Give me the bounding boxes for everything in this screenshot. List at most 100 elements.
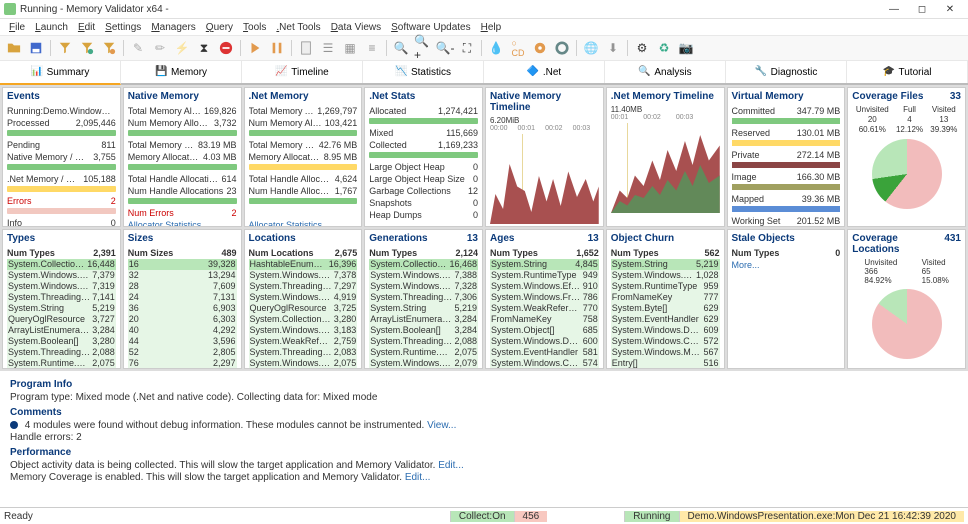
- tab-statistics[interactable]: 📉Statistics: [363, 61, 484, 83]
- table-row[interactable]: System.Windows.Threading.3,183: [249, 325, 358, 336]
- table-row[interactable]: System.Windows.Depenc609: [611, 325, 720, 336]
- table-row[interactable]: System.String4,845: [490, 259, 599, 270]
- table-row[interactable]: FromNameKey758: [490, 314, 599, 325]
- menu-softwareupdates[interactable]: Software Updates: [386, 22, 476, 33]
- table-row[interactable]: System.String5,219: [7, 303, 116, 314]
- table-row[interactable]: System.Windows.Media.Ren7,388: [369, 270, 478, 281]
- table-row[interactable]: QueryOglResource3,727: [7, 314, 116, 325]
- table-row[interactable]: System.Windows.ChildVi572: [611, 336, 720, 347]
- table-row[interactable]: 3213,294: [128, 270, 237, 281]
- table-row[interactable]: Num Memory Allocations103,421: [249, 117, 358, 129]
- camera-icon[interactable]: 📷: [676, 38, 696, 58]
- wand-icon[interactable]: ✎: [128, 38, 148, 58]
- close-button[interactable]: ✕: [936, 2, 964, 16]
- table-row[interactable]: Memory Allocations Size8.95 MB: [249, 151, 358, 163]
- funnel-add-icon[interactable]: [77, 38, 97, 58]
- menu-tools[interactable]: Tools: [238, 22, 271, 33]
- table-row[interactable]: System.Windows.Threading.2,079: [369, 358, 478, 369]
- table-row[interactable]: 247,131: [128, 292, 237, 303]
- save-icon[interactable]: [26, 38, 46, 58]
- menu-help[interactable]: Help: [476, 22, 507, 33]
- more-link[interactable]: More...: [732, 260, 841, 270]
- funnel-gear-icon[interactable]: [99, 38, 119, 58]
- table-row[interactable]: System.Threading.Execution2,088: [369, 336, 478, 347]
- tab-tutorial[interactable]: 🎓Tutorial: [847, 61, 968, 83]
- pause-icon[interactable]: [267, 38, 287, 58]
- table-row[interactable]: System.EventHandler629: [611, 314, 720, 325]
- menu-nettools[interactable]: .Net Tools: [271, 22, 325, 33]
- table-row[interactable]: System.Object[]685: [490, 325, 599, 336]
- table-row[interactable]: System.Collections.Diction:16,468: [369, 259, 478, 270]
- table-row[interactable]: System.Threading.WaitDelay7,141: [7, 292, 116, 303]
- table-row[interactable]: System.Windows.Media.Ren7,379: [7, 270, 116, 281]
- open-icon[interactable]: [4, 38, 24, 58]
- table-row[interactable]: System.RuntimeType949: [490, 270, 599, 281]
- table-row[interactable]: Total Memory Allocations169,826: [128, 105, 237, 117]
- edit-link[interactable]: Edit...: [405, 472, 431, 483]
- disk-icon[interactable]: [530, 38, 550, 58]
- table-row[interactable]: System.Threading.Execution2,088: [7, 347, 116, 358]
- table-row[interactable]: Total Handle Allocations4,624: [249, 173, 358, 185]
- table-row[interactable]: 287,609: [128, 281, 237, 292]
- table-row[interactable]: System.Windows.Threading.2,075: [249, 358, 358, 369]
- tab-net[interactable]: 🔷.Net: [484, 61, 605, 83]
- table-row[interactable]: System.Threading.Execution2,083: [249, 347, 358, 358]
- table-row[interactable]: System.Windows.Media.Vis:7,378: [249, 270, 358, 281]
- table-row[interactable]: System.Collections.Diction:16,448: [7, 259, 116, 270]
- allocator-stats-link[interactable]: Allocator Statistics...: [128, 219, 237, 227]
- table-row[interactable]: System.Windows.Depenc600: [490, 336, 599, 347]
- table-row[interactable]: System.Byte[]629: [611, 303, 720, 314]
- zoom-fit-icon[interactable]: ⛶: [457, 38, 477, 58]
- table-row[interactable]: Total Memory Allocation1,269,797: [249, 105, 358, 117]
- maximize-button[interactable]: ◻: [908, 2, 936, 16]
- cd-icon[interactable]: ○CD: [508, 38, 528, 58]
- table-row[interactable]: System.Windows.EffectiveVa1,028: [611, 270, 720, 281]
- edit-link[interactable]: Edit...: [438, 460, 464, 471]
- ring-icon[interactable]: [552, 38, 572, 58]
- table-row[interactable]: ArrayListEnumeratorSimple3,284: [7, 325, 116, 336]
- table-row[interactable]: System.Windows.Effectiv910: [490, 281, 599, 292]
- table-row[interactable]: Num Memory Allocations3,732: [128, 117, 237, 129]
- zoom-in-icon[interactable]: 🔍+: [413, 38, 433, 58]
- table-row[interactable]: FromNameKey777: [611, 292, 720, 303]
- table-row[interactable]: System.Runtime.Remoting &2,075: [7, 358, 116, 369]
- gear-icon[interactable]: ⚙: [632, 38, 652, 58]
- native-timeline-chart[interactable]: [490, 134, 599, 224]
- table-row[interactable]: System.Windows.Media.Anir4,919: [249, 292, 358, 303]
- tab-timeline[interactable]: 📈Timeline: [242, 61, 363, 83]
- table-row[interactable]: 366,903: [128, 303, 237, 314]
- table-row[interactable]: System.WeakReference..cto2,759: [249, 336, 358, 347]
- table-row[interactable]: System.String5,219: [369, 303, 478, 314]
- table-row[interactable]: System.Boolean[]3,284: [369, 325, 478, 336]
- down-icon[interactable]: ⬇: [603, 38, 623, 58]
- drop-icon[interactable]: 💧: [486, 38, 506, 58]
- tab-memory[interactable]: 💾Memory: [121, 61, 242, 83]
- allocator-stats-link[interactable]: Allocator Statistics...: [249, 219, 358, 227]
- brush-icon[interactable]: ✏: [150, 38, 170, 58]
- menu-launch[interactable]: Launch: [30, 22, 73, 33]
- table-row[interactable]: System.Boolean[]3,280: [7, 336, 116, 347]
- table-row[interactable]: System.Threading.Synchron:7,297: [249, 281, 358, 292]
- table-row[interactable]: 404,292: [128, 325, 237, 336]
- minimize-button[interactable]: —: [880, 2, 908, 16]
- menu-managers[interactable]: Managers: [146, 22, 200, 33]
- view-link[interactable]: View...: [427, 420, 456, 431]
- table-row[interactable]: 443,596: [128, 336, 237, 347]
- table-row[interactable]: Total Memory Size42.76 MB: [249, 139, 358, 151]
- search-icon[interactable]: 🔍: [391, 38, 411, 58]
- table-row[interactable]: Entry[]516: [611, 358, 720, 369]
- play-icon[interactable]: [245, 38, 265, 58]
- stop-icon[interactable]: [216, 38, 236, 58]
- tab-diagnostic[interactable]: 🔧Diagnostic: [726, 61, 847, 83]
- table-row[interactable]: ArrayListEnumeratorSimple3,284: [369, 314, 478, 325]
- table-row[interactable]: HashtableEnumerator.get_C16,396: [249, 259, 358, 270]
- zoom-out-icon[interactable]: 🔍-: [435, 38, 455, 58]
- table-row[interactable]: 522,805: [128, 347, 237, 358]
- tab-analysis[interactable]: 🔍Analysis: [605, 61, 726, 83]
- table-row[interactable]: 206,303: [128, 314, 237, 325]
- wait-icon[interactable]: ⧗: [194, 38, 214, 58]
- table-row[interactable]: 1639,328: [128, 259, 237, 270]
- grid-icon[interactable]: ▦: [340, 38, 360, 58]
- table-row[interactable]: System.Windows.Threading.7,328: [369, 281, 478, 292]
- table-row[interactable]: Total Handle Allocations614: [128, 173, 237, 185]
